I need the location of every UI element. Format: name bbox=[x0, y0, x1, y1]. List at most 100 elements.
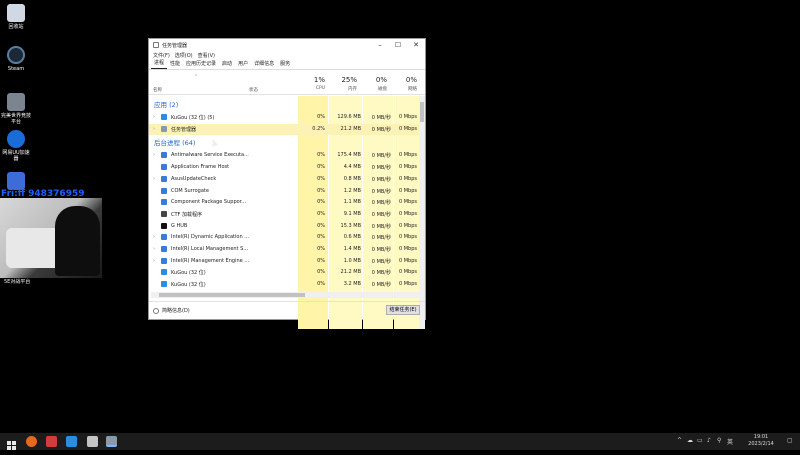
minimize-button[interactable]: – bbox=[371, 41, 389, 49]
close-button[interactable]: ✕ bbox=[407, 41, 425, 49]
process-row[interactable]: › 任务管理器 0.2% 21.2 MB 0 MB/秒 0 Mbps bbox=[149, 123, 419, 135]
intel-icon bbox=[161, 234, 167, 241]
expand-chevron-icon[interactable]: › bbox=[153, 126, 155, 132]
disk-value: 0 MB/秒 bbox=[371, 270, 391, 277]
network-value: 0 Mbps bbox=[398, 152, 417, 159]
expand-chevron-icon[interactable]: › bbox=[153, 258, 155, 264]
group-header[interactable]: 应用 (2) bbox=[154, 99, 178, 109]
process-row[interactable]: G HUB 0% 15.3 MB 0 MB/秒 0 Mbps bbox=[149, 221, 419, 232]
horizontal-scrollbar-thumb[interactable] bbox=[159, 293, 305, 297]
person-silhouette bbox=[55, 206, 100, 276]
col-cpu-pct[interactable]: 1% bbox=[297, 76, 325, 84]
process-name: Antimalware Service Executa... bbox=[171, 152, 249, 159]
firefox-icon[interactable] bbox=[26, 436, 37, 447]
process-row[interactable]: KuGou (32 位) 0% 21.2 MB 0 MB/秒 0 Mbps bbox=[149, 267, 419, 278]
process-row[interactable]: Application Frame Host 0% 4.4 MB 0 MB/秒 0 Mb… bbox=[149, 162, 419, 173]
menu-file[interactable]: 文件(F) bbox=[153, 52, 170, 59]
memory-value: 21.2 MB bbox=[340, 269, 361, 276]
fewer-details-toggle[interactable]: 简略信息(D) bbox=[153, 307, 190, 314]
steam-shortcut[interactable]: Steam bbox=[1, 46, 31, 72]
col-cpu[interactable]: CPU bbox=[297, 86, 325, 91]
process-row[interactable]: KuGou (32 位) 0% 3.2 MB 0 MB/秒 0 Mbps bbox=[149, 279, 419, 290]
process-row[interactable]: › AsusUpdateCheck 0% 0.8 MB 0 MB/秒 0 Mbps bbox=[149, 174, 419, 185]
tab-processes[interactable]: 进程 bbox=[151, 59, 168, 69]
cpu-value: 0% bbox=[317, 114, 325, 120]
process-name: 任务管理器 bbox=[171, 126, 197, 133]
vertical-scrollbar-thumb[interactable] bbox=[420, 102, 424, 122]
cloud-icon[interactable]: ☁ bbox=[687, 437, 693, 444]
kugou-icon bbox=[161, 269, 167, 276]
tab-performance[interactable]: 性能 bbox=[167, 60, 183, 69]
network-icon[interactable]: ⚲ bbox=[717, 437, 721, 444]
taskmgr-taskbar-icon[interactable] bbox=[106, 436, 117, 447]
group-header[interactable]: 后台进程 (64) bbox=[154, 137, 195, 147]
clock-time: 19:01 bbox=[753, 434, 769, 440]
title-bar[interactable]: 任务管理器 – ☐ ✕ bbox=[149, 39, 425, 51]
col-disk[interactable]: 磁盘 bbox=[359, 86, 387, 92]
menu-view[interactable]: 查看(V) bbox=[198, 52, 215, 59]
start-button[interactable] bbox=[6, 436, 17, 450]
process-row[interactable]: › Intel(R) Local Management S... 0% 1.4 MB 0… bbox=[149, 244, 419, 255]
perfect-world-shortcut[interactable]: 完美世界竞技平台 bbox=[1, 93, 31, 125]
menu-bar: 文件(F) 选项(O) 查看(V) bbox=[149, 51, 425, 60]
tab-users[interactable]: 用户 bbox=[235, 60, 251, 69]
col-disk-pct[interactable]: 0% bbox=[359, 76, 387, 84]
process-name: COM Surrogate bbox=[171, 187, 209, 194]
ime-indicator[interactable]: 英 bbox=[727, 437, 733, 446]
defender-icon bbox=[161, 152, 167, 159]
notification-icon[interactable]: ▢ bbox=[787, 437, 793, 444]
process-name: KuGou (32 位) bbox=[171, 282, 206, 289]
expand-chevron-icon[interactable]: › bbox=[153, 152, 155, 158]
disk-value: 0 MB/秒 bbox=[371, 247, 391, 253]
tab-details[interactable]: 详细信息 bbox=[251, 60, 277, 69]
tab-services[interactable]: 服务 bbox=[277, 60, 293, 69]
volume-icon[interactable]: ♪ bbox=[707, 437, 711, 444]
process-row[interactable]: CTF 加载程序 0% 9.1 MB 0 MB/秒 0 Mbps bbox=[149, 209, 419, 220]
expand-chevron-icon[interactable]: › bbox=[153, 234, 155, 240]
ghub-icon bbox=[161, 222, 167, 229]
clock[interactable]: 19:01 2023/2/14 bbox=[742, 434, 780, 448]
col-mem[interactable]: 内存 bbox=[329, 86, 357, 92]
expand-chevron-icon[interactable]: › bbox=[153, 114, 155, 120]
end-task-button[interactable]: 结束任务(E) bbox=[386, 305, 420, 315]
expand-chevron-icon[interactable]: › bbox=[153, 246, 155, 252]
recycle-bin-icon bbox=[7, 4, 25, 22]
uu-accelerator-shortcut[interactable]: 网易UU加速器 bbox=[1, 130, 31, 162]
cpu-value: 0% bbox=[317, 246, 325, 252]
process-row[interactable]: Component Package Suppor... 0% 1.1 MB 0 MB/… bbox=[149, 197, 419, 208]
memory-value: 129.6 MB bbox=[337, 114, 361, 120]
process-name: Intel(R) Local Management S... bbox=[171, 246, 249, 252]
app2-taskbar-icon[interactable] bbox=[87, 436, 98, 447]
tab-app-history[interactable]: 应用历史记录 bbox=[183, 60, 219, 69]
process-row[interactable]: › Antimalware Service Executa... 0% 175.4 M… bbox=[149, 150, 419, 161]
col-net-pct[interactable]: 0% bbox=[389, 76, 417, 84]
process-row[interactable]: › Intel(R) Management Engine ... 0% 1.0 MB 0… bbox=[149, 256, 419, 267]
expand-chevron-icon[interactable]: › bbox=[153, 176, 155, 182]
col-net[interactable]: 网络 bbox=[389, 86, 417, 92]
horizontal-scrollbar[interactable] bbox=[151, 292, 419, 298]
tab-startup[interactable]: 启动 bbox=[219, 60, 235, 69]
footer: 简略信息(D) 结束任务(E) bbox=[149, 301, 425, 319]
kugou-taskbar-icon[interactable] bbox=[66, 436, 77, 447]
memory-value: 3.2 MB bbox=[343, 281, 361, 288]
cpu-value: 0% bbox=[317, 164, 325, 171]
col-status[interactable]: 状态 bbox=[249, 87, 258, 93]
component-icon bbox=[161, 199, 167, 206]
network-value: 0 Mbps bbox=[398, 125, 417, 132]
recycle-bin-shortcut[interactable]: 回收站 bbox=[1, 4, 31, 30]
col-name[interactable]: 名称 bbox=[153, 87, 162, 93]
tray-overflow-icon[interactable]: ^ bbox=[677, 437, 682, 444]
process-name: Intel(R) Dynamic Application ... bbox=[171, 234, 249, 241]
menu-options[interactable]: 选项(O) bbox=[175, 52, 193, 59]
process-row[interactable]: COM Surrogate 0% 1.2 MB 0 MB/秒 0 Mbps bbox=[149, 186, 419, 197]
app-shortcut[interactable] bbox=[1, 172, 31, 190]
process-row[interactable]: › KuGou (32 位) (5) 0% 129.6 MB 0 MB/秒 0 Mbps bbox=[149, 112, 419, 123]
disk-value: 0 MB/秒 bbox=[371, 235, 391, 242]
battery-icon[interactable]: ▭ bbox=[697, 437, 703, 444]
maximize-button[interactable]: ☐ bbox=[389, 41, 407, 49]
app-taskbar-icon[interactable] bbox=[46, 436, 57, 447]
col-mem-pct[interactable]: 25% bbox=[329, 76, 357, 84]
process-row[interactable]: › Intel(R) Dynamic Application ... 0% 0.6 M… bbox=[149, 232, 419, 243]
vertical-scrollbar[interactable] bbox=[419, 96, 425, 329]
webcam-overlay bbox=[0, 198, 102, 278]
